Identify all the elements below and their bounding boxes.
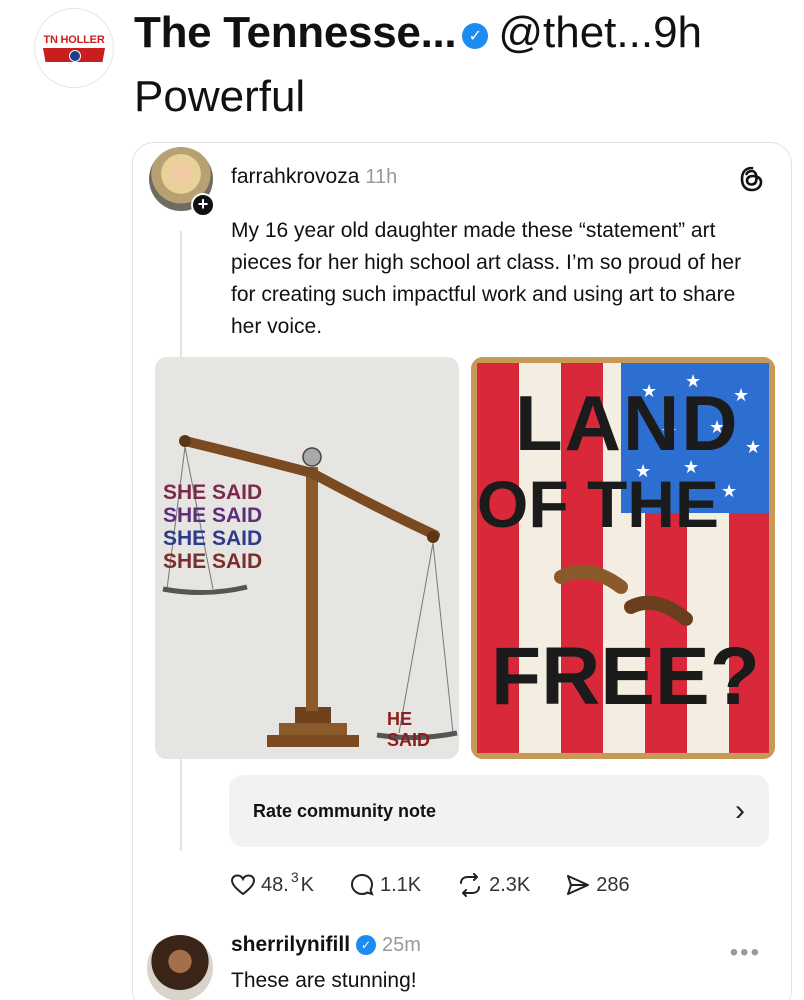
quoted-post-body: My 16 year old daughter made these “stat… (231, 219, 742, 338)
quoted-username[interactable]: farrahkrovoza (231, 165, 359, 189)
share-count: 286 (596, 873, 630, 896)
reply-text: These are stunning! (231, 969, 417, 992)
share-button[interactable]: 286 (566, 873, 630, 897)
comment-icon (350, 873, 374, 896)
art-flag-image[interactable]: ★ ★ ★ ★ ★ ★ ★ ★ ★ LAND OF THE FREE? (471, 357, 775, 759)
reply-button[interactable]: 1.1K (350, 873, 421, 897)
screen: TN HOLLER The Tennesse... ✓ @thet... 9h … (0, 0, 804, 1000)
of-the-text: OF THE (477, 467, 719, 541)
quoted-post-card[interactable]: + farrahkrovoza 11h My 16 year old daugh… (132, 142, 792, 1000)
she-said-1: SHE SAID (163, 481, 263, 504)
threads-logo-icon[interactable] (739, 165, 765, 193)
chevron-right-icon: › (735, 794, 745, 827)
outer-post-header: The Tennesse... ✓ @thet... 9h (134, 8, 702, 64)
repost-count: 2.3K (489, 873, 531, 896)
quoted-post-header: farrahkrovoza 11h (231, 165, 397, 189)
action-bar: 48. 3 K 1.1K 2.3K 286 (231, 869, 666, 897)
verified-badge-icon: ✓ (462, 23, 489, 49)
free-text: FREE? (491, 631, 760, 722)
more-options-icon[interactable]: ••• (730, 939, 761, 967)
svg-text:★: ★ (721, 481, 737, 502)
repost-button[interactable]: 2.3K (457, 873, 530, 897)
reply-time: 25m (382, 933, 421, 956)
reply-header: sherrilynifill ✓ 25m (231, 933, 421, 957)
like-button[interactable]: 48. 3 K (231, 869, 314, 897)
quoted-time: 11h (365, 166, 398, 188)
post-time: 9h (653, 8, 703, 57)
like-count-sup: 3 (290, 869, 299, 885)
community-note-label: Rate community note (253, 800, 437, 821)
sherrilynifill-avatar[interactable] (147, 935, 213, 1000)
svg-text:★: ★ (745, 437, 761, 458)
repost-icon (460, 873, 481, 897)
heart-icon (231, 874, 255, 896)
follow-plus-icon[interactable]: + (191, 193, 215, 217)
reply-username[interactable]: sherrilynifill (231, 933, 350, 957)
verified-badge-icon: ✓ (356, 935, 377, 955)
she-said-3: SHE SAID (163, 527, 263, 550)
outer-post-text: Powerful (134, 72, 306, 121)
send-icon (567, 875, 590, 895)
display-name[interactable]: The Tennesse... (134, 8, 457, 58)
she-said-4: SHE SAID (163, 550, 263, 573)
he-said: HE SAID (387, 709, 431, 750)
she-said-stack: SHE SAID SHE SAID SHE SAID SHE SAID (163, 481, 262, 573)
she-said-2: SHE SAID (163, 504, 263, 527)
tn-holler-avatar[interactable]: TN HOLLER (34, 8, 114, 88)
like-count: 48. (261, 873, 289, 896)
land-text: LAND (515, 379, 740, 467)
logo-text: TN HOLLER (43, 34, 105, 46)
rate-community-note-button[interactable]: Rate community note › (229, 775, 769, 847)
art-scales-image[interactable]: SHE SAID SHE SAID SHE SAID SHE SAID HE S… (155, 357, 459, 759)
tennessee-state-icon (43, 48, 105, 62)
reply-count: 1.1K (379, 873, 422, 896)
handle[interactable]: @thet... (498, 8, 653, 58)
like-count-suffix: K (300, 873, 314, 896)
